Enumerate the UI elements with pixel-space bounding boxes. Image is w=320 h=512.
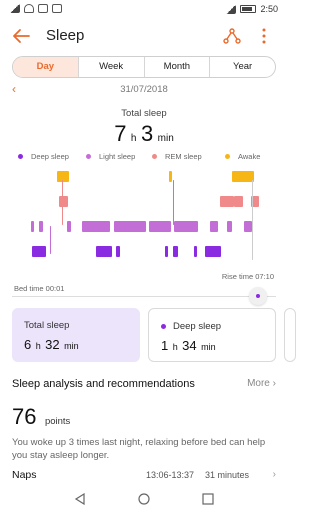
- deep-segment: [32, 246, 46, 257]
- rem-dot-icon: [152, 154, 157, 159]
- battery-icon: [240, 5, 257, 13]
- status-bar: 2:50: [0, 0, 288, 20]
- more-options-icon[interactable]: [259, 27, 269, 45]
- next-card-peek[interactable]: [284, 308, 296, 362]
- wifi-icon: [24, 4, 34, 13]
- card-title: Total sleep: [24, 320, 70, 331]
- light-segment: [149, 221, 171, 232]
- chevron-right-icon: ›: [272, 469, 276, 480]
- tab-week[interactable]: Week: [79, 57, 145, 77]
- sleep-stage-chart[interactable]: [20, 166, 272, 278]
- light-segment: [174, 221, 198, 232]
- transition-tick: [62, 180, 63, 225]
- light-segment: [244, 221, 252, 232]
- awake-segment: [57, 171, 69, 182]
- light-segment: [39, 221, 43, 232]
- deep-sleep-card[interactable]: Deep sleep 1 h 34 min: [148, 308, 276, 362]
- rem-segment: [234, 196, 243, 207]
- chevron-right-icon: ›: [272, 378, 276, 389]
- awake-dot-icon: [225, 154, 230, 159]
- notification-icon: [38, 4, 48, 13]
- minutes-unit: min: [157, 133, 174, 144]
- app-bar: Sleep: [0, 20, 288, 52]
- tab-day[interactable]: Day: [13, 57, 79, 77]
- transition-tick: [252, 180, 253, 260]
- total-sleep-card[interactable]: Total sleep 6 h 32 min: [12, 308, 140, 362]
- sleep-score: 76 points: [12, 404, 70, 430]
- deep-segment: [96, 246, 112, 257]
- card-value: 6 h 32 min: [24, 337, 79, 352]
- deep-segment: [173, 246, 178, 257]
- timeline-rail: [12, 296, 276, 297]
- tab-year[interactable]: Year: [210, 57, 275, 77]
- status-time: 2:50: [260, 4, 278, 14]
- score-unit: points: [44, 416, 71, 427]
- naps-time: 13:06-13:37: [146, 470, 195, 480]
- signal-icon: [10, 4, 20, 13]
- awake-segment: [232, 171, 254, 182]
- nav-home-icon[interactable]: [138, 493, 150, 505]
- score-value: 76: [12, 404, 37, 429]
- deep-segment: [165, 246, 168, 257]
- naps-label: Naps: [12, 469, 37, 481]
- card-title: Deep sleep: [173, 321, 222, 332]
- light-segment: [67, 221, 71, 232]
- summary-cards: Total sleep 6 h 32 min Deep sleep 1 h 34…: [0, 308, 296, 366]
- light-segment: [227, 221, 232, 232]
- back-arrow-icon[interactable]: [12, 28, 30, 44]
- light-segment: [82, 221, 110, 232]
- awake-segment: [169, 171, 172, 182]
- deep-dot-icon: [18, 154, 23, 159]
- nav-recents-icon[interactable]: [202, 493, 214, 505]
- period-tabs: Day Week Month Year: [12, 56, 276, 78]
- naps-row[interactable]: Naps 13:06-13:37 31 minutes ›: [12, 469, 276, 483]
- rem-segment: [59, 196, 68, 207]
- total-hours: 7: [114, 121, 127, 146]
- total-sleep-value: 7 h 3 min: [0, 121, 288, 147]
- naps-duration: 31 minutes: [205, 470, 250, 480]
- card-value: 1 h 34 min: [161, 338, 216, 353]
- tab-month[interactable]: Month: [145, 57, 211, 77]
- timeline-scrubber-handle[interactable]: [249, 287, 267, 305]
- page-title: Sleep: [46, 27, 85, 44]
- light-segment: [31, 221, 34, 232]
- deep-segment: [194, 246, 197, 257]
- light-segment: [114, 221, 146, 232]
- date-label: 31/07/2018: [120, 84, 168, 95]
- rem-segment: [220, 196, 234, 207]
- advice-text: You woke up 3 times last night, relaxing…: [12, 437, 266, 461]
- date-row: ‹ 31/07/2018: [0, 82, 288, 98]
- more-link[interactable]: More ›: [247, 378, 276, 389]
- transition-tick: [50, 226, 51, 254]
- deep-segment: [116, 246, 120, 257]
- total-sleep-label: Total sleep: [121, 108, 167, 119]
- rise-time-label: Rise time 07:10: [221, 272, 274, 281]
- transition-tick: [173, 180, 174, 225]
- deep-dot-icon: [161, 324, 166, 329]
- light-dot-icon: [86, 154, 91, 159]
- cell-signal-icon: [226, 4, 237, 14]
- image-icon: [52, 4, 62, 13]
- nav-back-icon[interactable]: [74, 493, 86, 505]
- share-icon[interactable]: [223, 28, 241, 44]
- hours-unit: h: [130, 133, 137, 144]
- bed-time-label: Bed time 00:01: [14, 284, 65, 293]
- deep-segment: [205, 246, 221, 257]
- analysis-header: Sleep analysis and recommendations More …: [12, 378, 276, 394]
- light-segment: [210, 221, 218, 232]
- total-minutes: 3: [140, 121, 154, 146]
- analysis-title: Sleep analysis and recommendations: [12, 378, 195, 390]
- system-nav-bar: [0, 488, 288, 512]
